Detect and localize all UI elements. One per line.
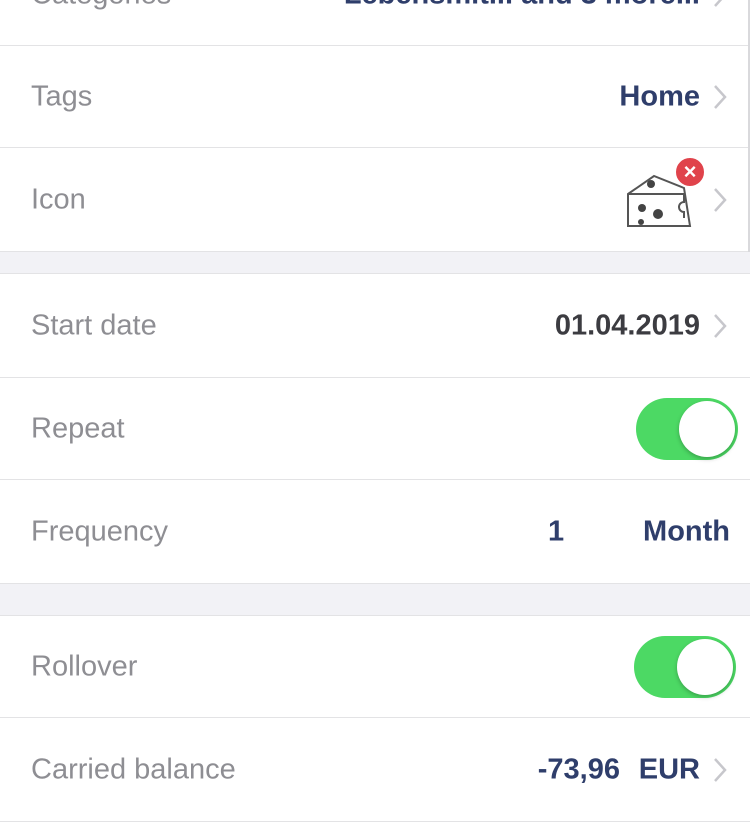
- rollover-toggle[interactable]: [634, 635, 736, 698]
- row-rollover: Rollover: [0, 616, 750, 718]
- row-frequency[interactable]: Frequency 1 Month: [0, 480, 750, 584]
- section-separator: [0, 252, 750, 274]
- row-start-date[interactable]: Start date 01.04.2019: [0, 274, 750, 378]
- start-date-value: 01.04.2019: [554, 309, 700, 341]
- icon-label: Icon: [31, 183, 86, 215]
- categories-value: Lebensmit... and 3 more...: [344, 0, 700, 11]
- chevron-right-icon: [714, 0, 722, 7]
- categories-label: Categories: [31, 0, 171, 11]
- chevron-right-icon: [714, 757, 727, 782]
- frequency-count[interactable]: 1: [548, 515, 564, 548]
- frequency-unit[interactable]: Month: [643, 515, 730, 548]
- repeat-toggle[interactable]: [636, 397, 738, 460]
- section-separator: [0, 584, 750, 616]
- row-carried-balance[interactable]: Carried balance -73,96 EUR: [0, 718, 750, 822]
- chevron-right-icon: [714, 84, 727, 109]
- tags-label: Tags: [31, 80, 93, 112]
- carried-balance-label: Carried balance: [31, 753, 236, 785]
- close-icon: ×: [683, 159, 697, 184]
- row-tags[interactable]: Tags Home: [0, 46, 750, 148]
- remove-icon-button[interactable]: ×: [674, 156, 706, 188]
- chevron-right-icon: [714, 313, 727, 338]
- toggle-knob: [679, 400, 735, 457]
- row-repeat: Repeat: [0, 378, 750, 480]
- carried-balance-amount: -73,96: [537, 753, 620, 785]
- tags-value: Home: [619, 80, 700, 112]
- rollover-label: Rollover: [31, 650, 138, 682]
- chevron-right-icon: [714, 187, 727, 212]
- start-date-label: Start date: [31, 309, 157, 341]
- toggle-knob: [677, 638, 733, 695]
- row-icon[interactable]: Icon ×: [0, 148, 750, 252]
- frequency-label: Frequency: [31, 515, 169, 547]
- repeat-label: Repeat: [31, 412, 125, 444]
- carried-balance-currency: EUR: [638, 753, 700, 785]
- row-categories[interactable]: Categories Lebensmit... and 3 more...: [0, 0, 750, 46]
